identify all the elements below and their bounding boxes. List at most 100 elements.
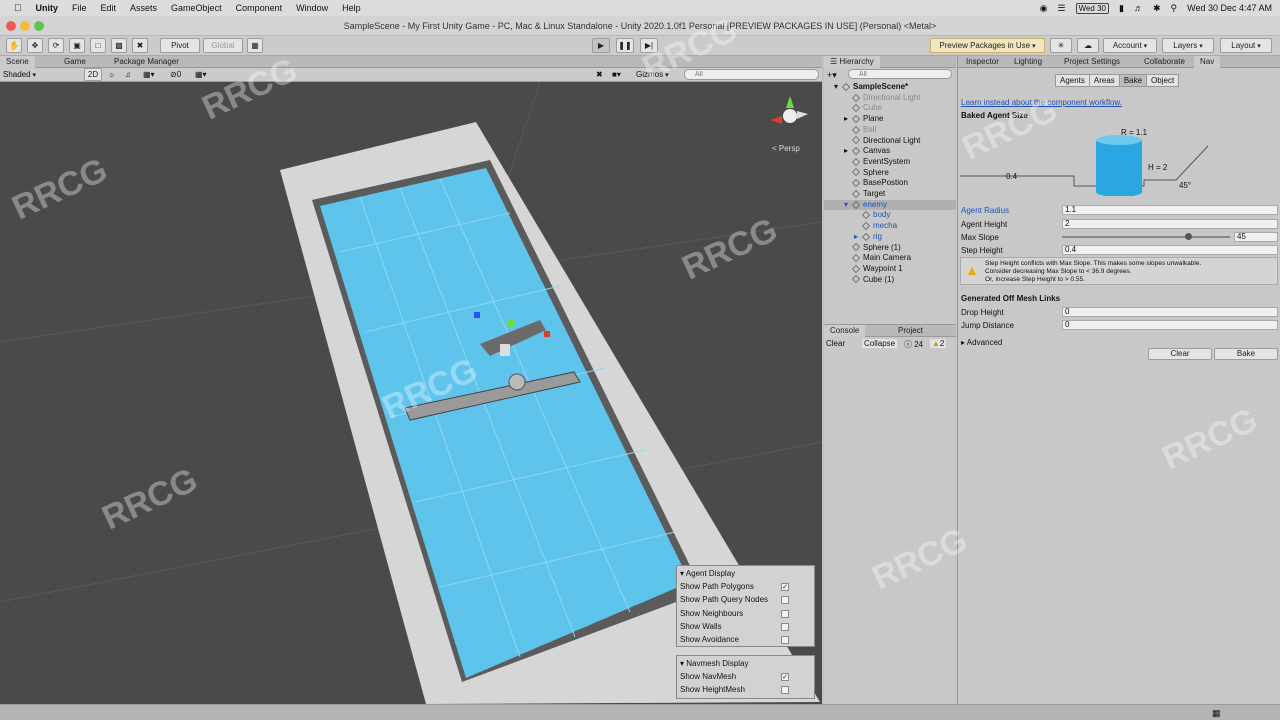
gizmos-dropdown[interactable]: Gizmos <box>636 70 669 79</box>
battery-icon[interactable]: ▮ <box>1119 3 1124 14</box>
grid-snap-icon[interactable]: ▦ <box>247 38 263 53</box>
custom-tool-icon[interactable]: ✖ <box>132 38 148 53</box>
bluetooth-icon[interactable]: ✱ <box>1153 3 1161 14</box>
foldout-arrow-icon[interactable]: ▾ <box>834 82 842 92</box>
close-window-icon[interactable] <box>6 21 16 31</box>
hierarchy-row[interactable]: Directional Light <box>824 136 956 146</box>
menu-app-unity[interactable]: Unity <box>36 3 59 13</box>
play-button[interactable]: ▶ <box>592 38 610 53</box>
orientation-gizmo[interactable] <box>770 96 808 124</box>
subtab-object[interactable]: Object <box>1147 75 1179 86</box>
hierarchy-row[interactable]: Target <box>824 189 956 199</box>
overlay-option-checkbox[interactable] <box>781 686 789 695</box>
grid-toggle-icon[interactable]: ▦▾ <box>195 70 207 79</box>
tab-lighting[interactable]: Lighting <box>1008 56 1048 68</box>
tab-collaborate[interactable]: Collaborate <box>1138 56 1191 68</box>
advanced-foldout[interactable]: ▸ Advanced <box>961 338 1002 347</box>
hierarchy-row[interactable]: Waypoint 1 <box>824 264 956 274</box>
menu-help[interactable]: Help <box>342 3 361 13</box>
max-slope-slider[interactable] <box>1062 233 1230 240</box>
hierarchy-row[interactable]: Directional Light <box>824 93 956 103</box>
tab-navigation[interactable]: Nav <box>1194 56 1221 68</box>
collab-icon[interactable]: ✳ <box>1050 38 1072 53</box>
hierarchy-row[interactable]: Sphere <box>824 168 956 178</box>
step-height-field[interactable]: 0.4 <box>1062 245 1278 255</box>
global-toggle[interactable]: Global <box>203 38 243 53</box>
add-object-icon[interactable]: +▾ <box>827 70 837 81</box>
overlay-option-checkbox[interactable]: ✓ <box>781 673 789 681</box>
volume-icon[interactable]: ♬ <box>1134 3 1143 13</box>
scene-search-input[interactable] <box>684 69 819 80</box>
rotate-tool-icon[interactable]: ⟳ <box>48 38 64 53</box>
lighting-toggle-icon[interactable]: ☼ <box>108 70 115 79</box>
hierarchy-row[interactable]: Ball <box>824 125 956 135</box>
foldout-arrow-icon[interactable]: ▸ <box>844 146 852 156</box>
apple-icon[interactable]:  <box>14 3 22 14</box>
tab-project-settings[interactable]: Project Settings <box>1058 56 1126 68</box>
tab-scene[interactable]: Scene <box>0 56 35 68</box>
scale-tool-icon[interactable]: ▣ <box>69 38 85 53</box>
overlay-option-checkbox[interactable]: ✓ <box>781 583 789 591</box>
foldout-arrow-icon[interactable]: ▸ <box>854 232 862 242</box>
menu-component[interactable]: Component <box>236 3 283 13</box>
max-slope-field[interactable]: 45 <box>1234 232 1278 242</box>
transform-tool-icon[interactable]: ▩ <box>111 38 127 53</box>
agent-height-field[interactable]: 2 <box>1062 219 1278 229</box>
overlay-option-checkbox[interactable] <box>781 622 789 631</box>
step-button[interactable]: ▶| <box>640 38 658 53</box>
overlay-option-checkbox[interactable] <box>781 596 789 605</box>
hierarchy-row[interactable]: body <box>824 210 956 220</box>
move-tool-icon[interactable]: ✥ <box>27 38 43 53</box>
tools-icon[interactable]: ✖ <box>596 70 603 79</box>
hierarchy-row[interactable]: Sphere (1) <box>824 243 956 253</box>
clear-bake-button[interactable]: Clear <box>1148 348 1212 360</box>
hierarchy-row[interactable]: BasePostion <box>824 178 956 188</box>
component-workflow-link[interactable]: Learn instead about the component workfl… <box>961 98 1122 107</box>
max-slope-slider-thumb[interactable] <box>1185 233 1192 240</box>
subtab-agents[interactable]: Agents <box>1056 75 1090 86</box>
maximize-window-icon[interactable] <box>34 21 44 31</box>
date-badge[interactable]: Wed 30 <box>1075 2 1110 14</box>
minimize-window-icon[interactable] <box>20 21 30 31</box>
2d-toggle[interactable]: 2D <box>84 68 102 81</box>
console-clear-button[interactable]: Clear <box>826 339 845 348</box>
hand-tool-icon[interactable]: ✋ <box>6 38 22 53</box>
pivot-toggle[interactable]: Pivot <box>160 38 200 53</box>
console-info-count[interactable]: ⓘ 24 <box>904 339 923 350</box>
console-collapse-button[interactable]: Collapse <box>862 339 898 348</box>
tab-project[interactable]: Project <box>892 325 929 337</box>
layers-dropdown[interactable]: Layers <box>1162 38 1214 53</box>
tab-inspector[interactable]: Inspector <box>960 56 1005 68</box>
preview-packages-dropdown[interactable]: Preview Packages in Use <box>930 38 1045 53</box>
hierarchy-row[interactable]: Cube <box>824 103 956 113</box>
jump-distance-field[interactable]: 0 <box>1062 320 1278 330</box>
subtab-areas[interactable]: Areas <box>1089 75 1120 86</box>
layout-dropdown[interactable]: Layout <box>1220 38 1272 53</box>
overlay-option-checkbox[interactable] <box>781 609 789 618</box>
shading-dropdown[interactable]: Shaded <box>3 70 77 79</box>
hierarchy-search-input[interactable] <box>848 69 952 79</box>
subtab-bake[interactable]: Bake <box>1119 75 1148 86</box>
hierarchy-row[interactable]: ▸ Plane <box>824 114 956 124</box>
agent-radius-field[interactable]: 1.1 <box>1062 205 1278 215</box>
hierarchy-row[interactable]: EventSystem <box>824 157 956 167</box>
rect-tool-icon[interactable]: □ <box>90 38 106 53</box>
camera-icon[interactable]: ■▾ <box>612 70 621 79</box>
record-icon[interactable]: ◉ <box>1040 3 1048 14</box>
pause-button[interactable]: ❚❚ <box>616 38 634 53</box>
hierarchy-row[interactable]: Main Camera <box>824 253 956 263</box>
effects-toggle-icon[interactable]: ▦▾ <box>143 70 155 79</box>
clock[interactable]: Wed 30 Dec 4:47 AM <box>1187 3 1272 13</box>
agent-display-header[interactable]: ▾ Agent Display <box>680 569 735 578</box>
wifi-icon[interactable]: ☰ <box>1058 3 1066 14</box>
foldout-arrow-icon[interactable]: ▸ <box>844 114 852 124</box>
menu-assets[interactable]: Assets <box>130 3 157 13</box>
tab-game[interactable]: Game <box>58 56 92 68</box>
account-dropdown[interactable]: Account <box>1103 38 1157 53</box>
hierarchy-row[interactable]: ▾ SampleScene* <box>824 82 956 92</box>
search-icon[interactable]: ⚲ <box>1171 3 1178 14</box>
hierarchy-row[interactable]: ▸ rig <box>824 232 956 242</box>
navmesh-display-header[interactable]: ▾ Navmesh Display <box>680 659 749 668</box>
hierarchy-row[interactable]: mecha <box>824 221 956 231</box>
tab-console[interactable]: Console <box>824 325 866 337</box>
